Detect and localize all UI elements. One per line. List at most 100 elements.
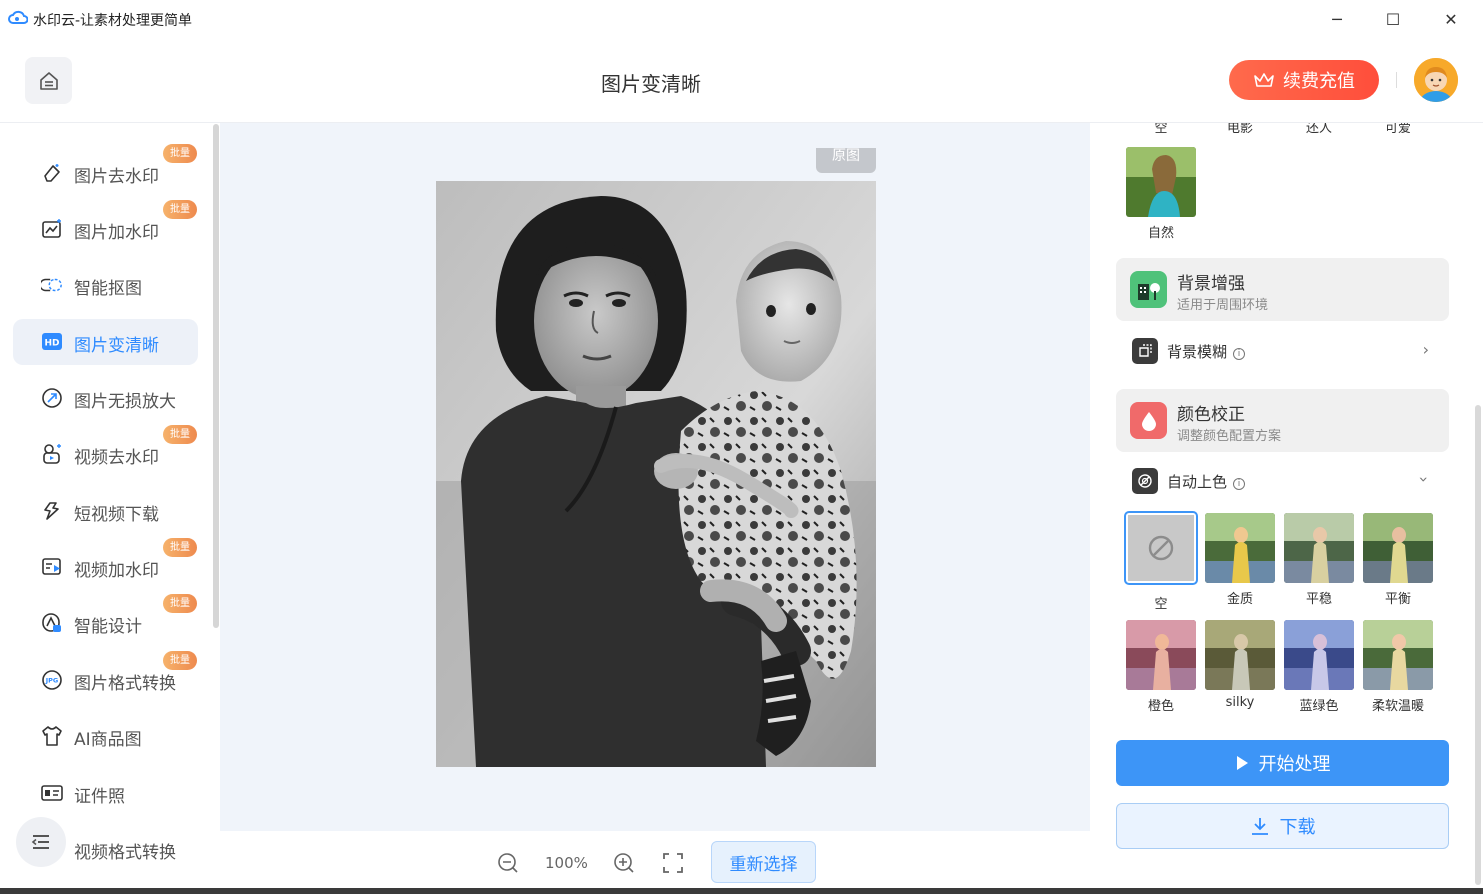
info-icon[interactable]: i [1233, 348, 1246, 360]
sidebar-item-smart-cutout[interactable]: 智能抠图 [13, 262, 198, 308]
sidebar-item-label: 智能设计 [74, 617, 142, 637]
chevron-right-icon: › [1422, 340, 1429, 359]
taskbar-strip [0, 888, 1483, 894]
page-title: 图片变清晰 [601, 72, 701, 96]
color-preset-none[interactable] [1124, 511, 1198, 585]
background-enhance-title: 背景增强 [1177, 274, 1245, 294]
sidebar-item-video-add-watermark[interactable]: 视频加水印 批量 [13, 538, 198, 590]
sidebar-item-label: 视频加水印 [74, 561, 159, 581]
orange-thumbnail [1126, 620, 1196, 690]
zoom-level: 100% [545, 854, 588, 872]
panel-scrollbar[interactable] [1475, 405, 1481, 885]
hd-icon: HD [41, 331, 63, 353]
minimize-button[interactable]: ─ [1315, 4, 1359, 34]
sidebar-item-smart-design[interactable]: 智能设计 批量 [13, 594, 198, 646]
color-preset-steady[interactable] [1284, 513, 1354, 583]
color-preset-label: 橙色 [1147, 699, 1174, 714]
style-preset-natural[interactable] [1126, 147, 1196, 217]
zoom-out-button[interactable] [496, 851, 520, 875]
style-preset-label: 还人 [1305, 123, 1332, 136]
color-preset-label: 平衡 [1384, 592, 1411, 607]
none-swatch [1128, 515, 1194, 581]
auto-colorize-option[interactable]: 自动上色 i › [1116, 460, 1449, 500]
silky-thumbnail [1205, 620, 1275, 690]
preview-photo [436, 181, 876, 767]
close-button[interactable]: ✕ [1429, 4, 1473, 34]
soft-warm-thumbnail [1363, 620, 1433, 690]
color-preset-label: silky [1225, 695, 1255, 710]
sidebar-item-lossless-enlarge[interactable]: 图片无损放大 [13, 375, 198, 421]
image-chart-icon [41, 218, 63, 240]
batch-badge: 批量 [163, 538, 197, 557]
svg-text:HD: HD [44, 339, 59, 349]
menu-fold-icon [31, 835, 49, 849]
color-preset-soft-warm[interactable] [1363, 620, 1433, 690]
sidebar: 图片去水印 批量 图片加水印 批量 智能抠图 HD 图片变清晰 图片无损放大 视… [0, 123, 220, 894]
link-icon [41, 500, 63, 522]
sidebar-item-label: 证件照 [74, 787, 125, 807]
jpg-icon: JPG [41, 669, 63, 691]
batch-badge: 批量 [163, 200, 197, 219]
color-preset-gold[interactable] [1205, 513, 1275, 583]
menu-collapse-button[interactable] [16, 817, 66, 867]
sidebar-item-id-photo[interactable]: 证件照 [13, 770, 198, 816]
zoom-out-icon [498, 853, 518, 873]
sidebar-item-short-video-download[interactable]: 短视频下载 [13, 488, 198, 534]
background-blur-option[interactable]: 背景模糊 i › [1116, 330, 1449, 370]
download-button[interactable]: 下载 [1116, 803, 1449, 849]
fit-screen-button[interactable] [661, 851, 685, 875]
original-tag[interactable]: 原图 [816, 148, 876, 173]
balance-thumbnail [1363, 513, 1433, 583]
batch-badge: 批量 [163, 144, 197, 163]
sidebar-item-ai-product-image[interactable]: AI商品图 [13, 713, 198, 759]
maximize-button[interactable]: ☐ [1371, 4, 1415, 34]
sidebar-item-image-remove-watermark[interactable]: 图片去水印 批量 [13, 144, 198, 196]
play-icon [1236, 756, 1248, 770]
color-preset-balance[interactable] [1363, 513, 1433, 583]
color-preset-label: 金质 [1226, 592, 1253, 607]
steady-thumbnail [1284, 513, 1354, 583]
renew-vip-label: 续费充值 [1283, 71, 1355, 92]
id-card-icon [41, 782, 63, 804]
sidebar-item-label: 图片格式转换 [74, 674, 176, 694]
color-preset-orange[interactable] [1126, 620, 1196, 690]
sidebar-item-image-add-watermark[interactable]: 图片加水印 批量 [13, 200, 198, 252]
sidebar-item-label: 视频去水印 [74, 448, 159, 468]
info-icon[interactable]: i [1233, 478, 1246, 490]
sidebar-item-image-format-convert[interactable]: JPG 图片格式转换 批量 [13, 651, 198, 703]
sidebar-item-label: AI商品图 [74, 730, 142, 750]
download-label: 下载 [1279, 817, 1316, 838]
color-correction-subtitle: 调整颜色配置方案 [1177, 429, 1282, 444]
design-icon [41, 612, 63, 634]
window-titlebar: 水印云-让素材处理更简单 ─ ☐ ✕ [0, 0, 1483, 38]
color-preset-label: 空 [1154, 597, 1168, 612]
renew-vip-button[interactable]: 续费充值 [1229, 60, 1379, 100]
sidebar-item-label: 图片变清晰 [74, 336, 159, 356]
reselect-button[interactable]: 重新选择 [711, 841, 816, 883]
background-enhance-section: 背景增强 适用于周围环境 [1116, 258, 1449, 321]
natural-label: 自然 [1147, 226, 1174, 241]
start-process-button[interactable]: 开始处理 [1116, 740, 1449, 786]
natural-thumbnail [1126, 147, 1196, 217]
color-correction-section: 颜色校正 调整颜色配置方案 [1116, 389, 1449, 452]
color-preset-teal[interactable] [1284, 620, 1354, 690]
color-preset-silky[interactable] [1205, 620, 1275, 690]
background-blur-label: 背景模糊 [1167, 343, 1228, 361]
colorize-icon [1132, 468, 1158, 494]
download-icon [1251, 818, 1268, 835]
building-tree-icon [1130, 271, 1167, 308]
sidebar-item-image-enhance[interactable]: HD 图片变清晰 [13, 319, 198, 365]
cloud-logo-icon [8, 10, 28, 24]
window-title: 水印云-让素材处理更简单 [33, 13, 193, 29]
color-preset-label: 蓝绿色 [1299, 699, 1339, 714]
shirt-icon [41, 725, 63, 747]
sidebar-item-video-remove-watermark[interactable]: 视频去水印 批量 [13, 425, 198, 477]
sidebar-item-label: 图片加水印 [74, 223, 159, 243]
sidebar-item-label: 短视频下载 [74, 505, 159, 525]
avatar[interactable] [1414, 58, 1458, 102]
zoom-in-button[interactable] [612, 851, 636, 875]
teal-thumbnail [1284, 620, 1354, 690]
app-header: 图片变清晰 续费充值 [0, 38, 1483, 123]
zoom-in-icon [614, 853, 634, 873]
sidebar-scrollbar[interactable] [213, 124, 219, 628]
